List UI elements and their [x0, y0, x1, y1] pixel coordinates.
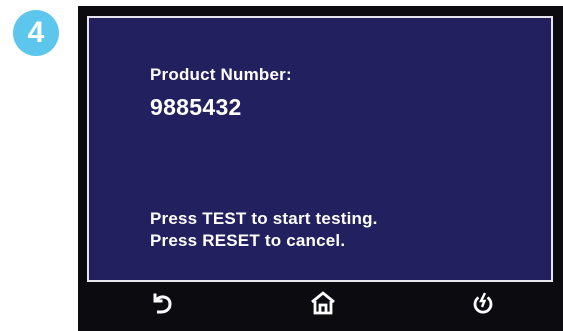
- back-arrow-icon: [153, 293, 172, 314]
- device-panel: Product Number: 9885432 Press TEST to st…: [78, 6, 563, 331]
- product-number-value: 9885432: [150, 94, 242, 120]
- product-number-label: Product Number:: [150, 65, 292, 84]
- back-button[interactable]: [143, 285, 183, 321]
- instruction-test: Press TEST to start testing.: [150, 209, 378, 228]
- step-number-badge: 4: [13, 10, 59, 56]
- instruction-reset: Press RESET to cancel.: [150, 231, 346, 250]
- power-icon: [473, 292, 493, 314]
- power-button[interactable]: [463, 285, 503, 321]
- home-icon: [311, 291, 335, 315]
- home-button[interactable]: [303, 285, 343, 321]
- display-screen: Product Number: 9885432 Press TEST to st…: [87, 16, 553, 282]
